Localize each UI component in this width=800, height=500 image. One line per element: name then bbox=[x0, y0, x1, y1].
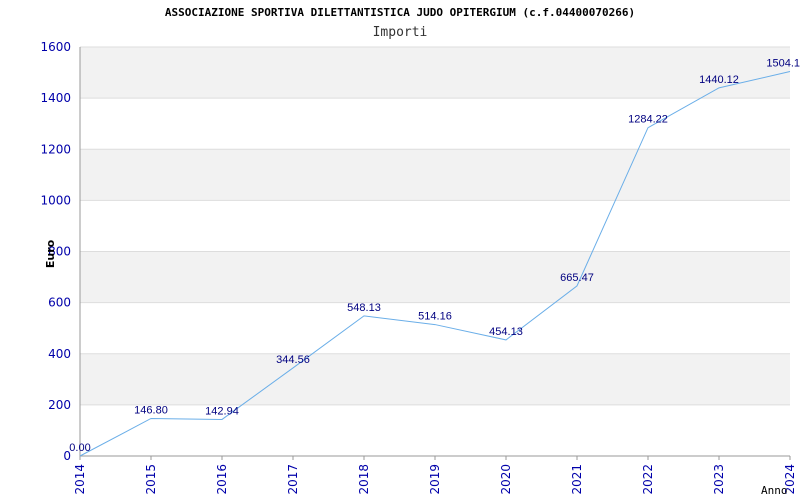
data-label: 142.94 bbox=[205, 405, 239, 417]
y-tick-label: 1000 bbox=[40, 193, 71, 207]
y-tick-label: 400 bbox=[48, 347, 71, 361]
x-axis-label: Anno bbox=[761, 484, 788, 497]
data-label: 0.00 bbox=[69, 442, 90, 454]
x-tick-label: 2022 bbox=[641, 464, 655, 495]
x-tick-labels: 2014 2015 2016 2017 2018 2019 2020 2021 2022 2023… bbox=[73, 456, 797, 495]
data-label: 146.80 bbox=[134, 404, 168, 416]
data-label: 454.13 bbox=[489, 326, 523, 338]
grid-band bbox=[80, 353, 790, 405]
y-tick-label: 200 bbox=[48, 398, 71, 412]
x-tick-label: 2018 bbox=[357, 464, 371, 495]
data-label: 1440.12 bbox=[699, 74, 739, 86]
y-axis-label: Euro bbox=[44, 239, 57, 268]
data-label: 665.47 bbox=[560, 272, 594, 284]
y-tick-label: 1600 bbox=[40, 40, 71, 54]
y-tick-label: 1400 bbox=[40, 91, 71, 105]
grid-band bbox=[80, 251, 790, 303]
grid-bands bbox=[80, 47, 790, 405]
x-tick-label: 2016 bbox=[215, 464, 229, 495]
data-label: 1504.1 bbox=[766, 58, 800, 70]
grid-band bbox=[80, 149, 790, 201]
line-chart: 02004006008001000120014001600 2014 2015 20… bbox=[40, 40, 800, 497]
data-label: 514.16 bbox=[418, 311, 452, 323]
data-label: 548.13 bbox=[347, 302, 381, 314]
x-tick-label: 2019 bbox=[428, 464, 442, 495]
x-tick-label: 2017 bbox=[286, 464, 300, 495]
x-tick-label: 2020 bbox=[499, 464, 513, 495]
data-label: 1284.22 bbox=[628, 114, 668, 126]
x-tick-label: 2021 bbox=[570, 464, 584, 495]
y-tick-label: 1200 bbox=[40, 142, 71, 156]
data-label: 344.56 bbox=[276, 354, 310, 366]
grid-band bbox=[80, 47, 790, 99]
x-tick-label: 2023 bbox=[712, 464, 726, 495]
x-tick-label: 2014 bbox=[73, 464, 87, 495]
y-tick-label: 600 bbox=[48, 296, 71, 310]
x-tick-label: 2015 bbox=[144, 464, 158, 495]
